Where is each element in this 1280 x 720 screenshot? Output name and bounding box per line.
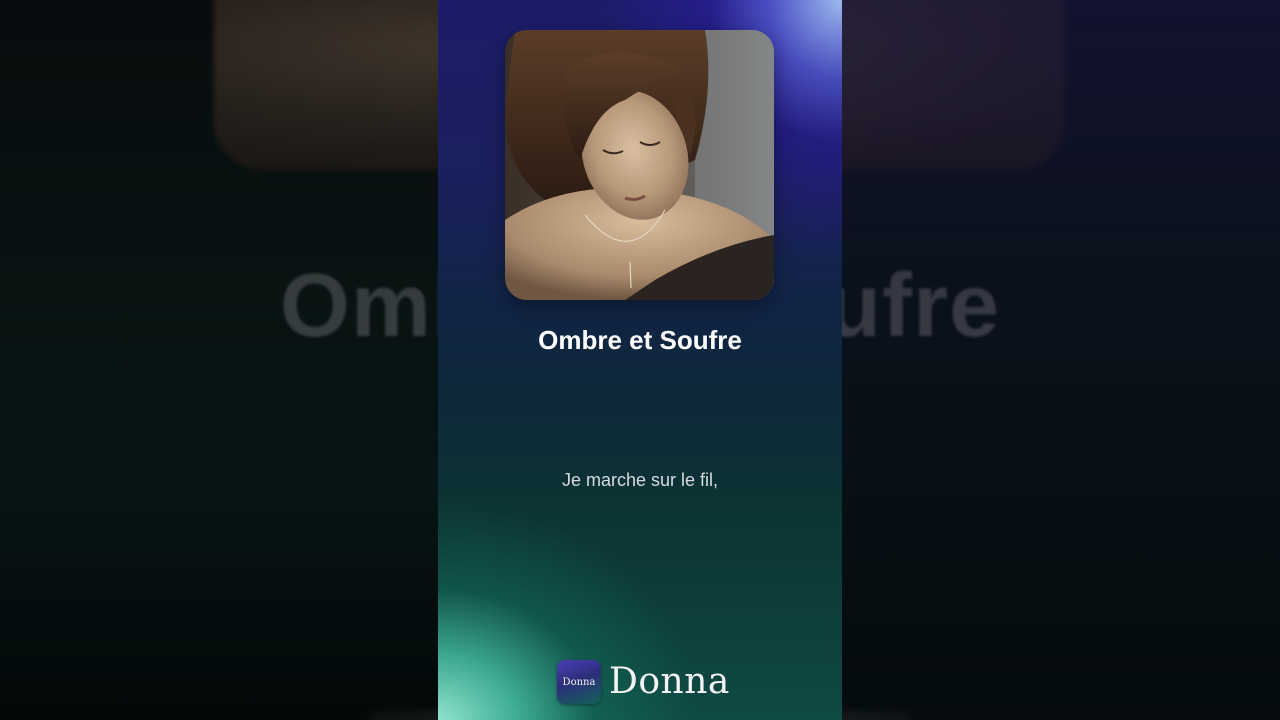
portrait-photo-icon — [505, 30, 774, 300]
brand-logo-text: Donna — [562, 676, 596, 688]
cover-art — [505, 30, 774, 300]
brand-name: Donna — [609, 661, 730, 702]
lyric-line: Je marche sur le fil, — [561, 470, 719, 490]
brand-watermark: Donna Donna — [557, 660, 730, 704]
song-title: Ombre et Soufre — [538, 325, 742, 355]
brand-logo: Donna — [557, 660, 601, 704]
vertical-video-frame[interactable]: Ombre et Soufre Je marche sur le fil, Do… — [438, 0, 842, 720]
video-stage: Ombre et Soufre — [0, 0, 1280, 720]
